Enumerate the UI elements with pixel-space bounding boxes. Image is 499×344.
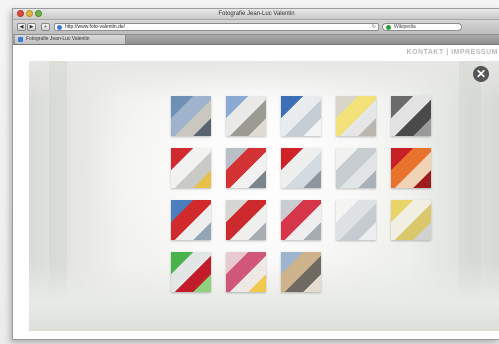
thumbnail-hall-white[interactable] (336, 148, 376, 188)
window-title: Fotografie Jean-Luc Valentin (218, 11, 295, 17)
reload-icon[interactable]: ↻ (372, 24, 376, 31)
web-page: KONTAKT | IMPRESSUM ✕ (13, 45, 499, 339)
search-engine-icon (386, 25, 391, 30)
add-bookmark-button[interactable]: + (41, 23, 50, 31)
thumbnail-building-exterior-1[interactable] (171, 96, 211, 136)
thumbnail-room-red-2[interactable] (281, 148, 321, 188)
title-bar: Fotografie Jean-Luc Valentin (13, 9, 499, 20)
thumbnail-corridor-pink[interactable] (281, 200, 321, 240)
thumbnail-entrance-dark[interactable] (391, 96, 431, 136)
thumbnail-interior-lamps[interactable] (336, 96, 376, 136)
address-bar[interactable]: http://www.foto-valentin.de/ ↻ (54, 23, 379, 31)
thumbnail-gym-red[interactable] (226, 200, 266, 240)
header-links[interactable]: KONTAKT | IMPRESSUM (407, 49, 498, 56)
tab-active[interactable]: Fotografie Jean-Luc Valentin (15, 35, 126, 44)
thumbnail-red-orange-wall[interactable] (391, 148, 431, 188)
thumbnail-yellow-room[interactable] (391, 200, 431, 240)
globe-icon (57, 25, 62, 30)
gallery-overlay: ✕ (29, 61, 499, 331)
thumbnail-green-wall[interactable] (171, 252, 211, 292)
favicon-icon (18, 37, 23, 42)
close-overlay-button[interactable]: ✕ (473, 66, 489, 82)
search-placeholder: Wikipedia (394, 24, 416, 30)
thumbnail-hall-red-1[interactable] (171, 148, 211, 188)
thumbnail-interior-blue[interactable] (281, 96, 321, 136)
browser-toolbar: ◀ ▶ + http://www.foto-valentin.de/ ↻ Wik… (13, 20, 499, 35)
thumbnail-pink-lights[interactable] (226, 252, 266, 292)
address-text: http://www.foto-valentin.de/ (65, 24, 126, 30)
thumbnail-building-exterior-2[interactable] (226, 96, 266, 136)
forward-button[interactable]: ▶ (27, 23, 36, 31)
back-button[interactable]: ◀ (17, 23, 26, 31)
tab-label: Fotografie Jean-Luc Valentin (26, 36, 90, 42)
tab-bar: Fotografie Jean-Luc Valentin (13, 35, 499, 45)
thumbnail-stair-blue-red[interactable] (171, 200, 211, 240)
search-field[interactable]: Wikipedia (382, 23, 462, 31)
browser-window: Fotografie Jean-Luc Valentin ◀ ▶ + http:… (12, 8, 499, 340)
thumbnail-white-room[interactable] (336, 200, 376, 240)
thumbnail-building-facade[interactable] (281, 252, 321, 292)
background-ceiling (29, 61, 499, 101)
thumbnail-corridor-red[interactable] (226, 148, 266, 188)
